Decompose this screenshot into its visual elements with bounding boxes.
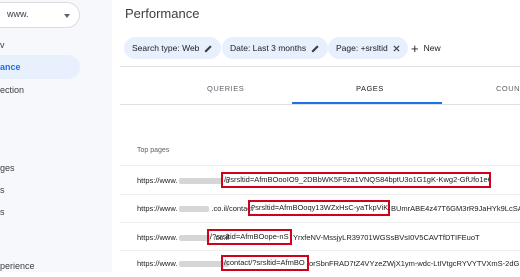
row-divider [120,250,520,251]
chip-label: Page: +srsltid [336,43,388,53]
property-selector[interactable]: www. [0,2,80,28]
chip-label: Date: Last 3 months [230,43,307,53]
url-prefix: https://www. [137,176,178,185]
filter-chip-page[interactable]: Page: +srsltid [328,37,408,59]
highlighted-url-part: ?srsltid=AfmBOoqy13WZxHsC-yaTkpViK [248,200,390,216]
plus-icon: + [411,40,419,56]
close-icon[interactable] [393,44,400,52]
redacted-domain [179,206,210,213]
caret-down-icon [64,14,70,18]
tab-queries[interactable]: QUERIES [207,84,244,93]
url-domain: .co.il/contact [211,204,254,213]
url-prefix: https://www. [137,259,178,268]
url-tail: orSbnFRAD7tZ4VYzeZWjX1ym-wdc-LtIVtgcRYVY… [309,259,520,268]
row-divider [120,194,520,195]
table-row[interactable]: https://www. o [137,176,230,185]
tab-divider [120,104,520,105]
tab-pages[interactable]: PAGES [356,84,384,93]
edit-icon[interactable] [204,44,213,53]
filter-chip-search-type[interactable]: Search type: Web [124,37,222,59]
highlighted-url-part: /?srsltid=AfmBOooIO9_2DBbWK5F9za1VNQS84b… [221,172,491,188]
sidebar-item-performance[interactable]: ance [0,55,80,79]
table-row[interactable]: https://www. [137,259,231,268]
tab-countries[interactable]: COUNT [496,84,520,93]
row-divider [120,222,520,223]
url-tail: BUmrABE4z47T6GM3rR9JaHYk9LcSA [391,204,520,213]
url-prefix: https://www. [137,233,178,242]
sidebar-item-sitemaps[interactable]: s [0,185,5,195]
highlighted-url-part: /contact/?srsltid=AfmBO [221,255,309,271]
column-header-top-pages[interactable]: Top pages [137,147,169,154]
row-divider [120,165,520,166]
redacted-domain [179,178,224,185]
sidebar-item-url-inspection[interactable]: ection [0,85,24,95]
sidebar-item-overview[interactable]: v [0,40,5,50]
property-name: www. [7,9,29,19]
active-tab-indicator [292,102,442,104]
sidebar-item-pages[interactable]: ges [0,163,15,173]
sidebar-item-removals[interactable]: s [0,207,5,217]
filter-chip-date[interactable]: Date: Last 3 months [222,37,329,59]
sidebar: www. v ance ection ges s s perience [0,0,112,272]
sidebar-item-page-experience[interactable]: perience [0,261,35,271]
edit-icon[interactable] [311,44,320,53]
highlighted-url-part: /?srsltid=AfmBOope-nS [207,229,292,245]
sidebar-item-label: ance [0,62,21,72]
page-title: Performance [125,6,200,21]
new-filter-button[interactable]: + New [411,37,441,59]
new-label: New [423,43,441,53]
table-row[interactable]: https://www. .co.il/contact [137,204,253,213]
url-prefix: https://www. [137,204,178,213]
chip-label: Search type: Web [132,43,200,53]
url-tail: YrxfeNV-MssjyLR39701WGSsBVsI0V5CAVTfDTIF… [293,233,480,242]
